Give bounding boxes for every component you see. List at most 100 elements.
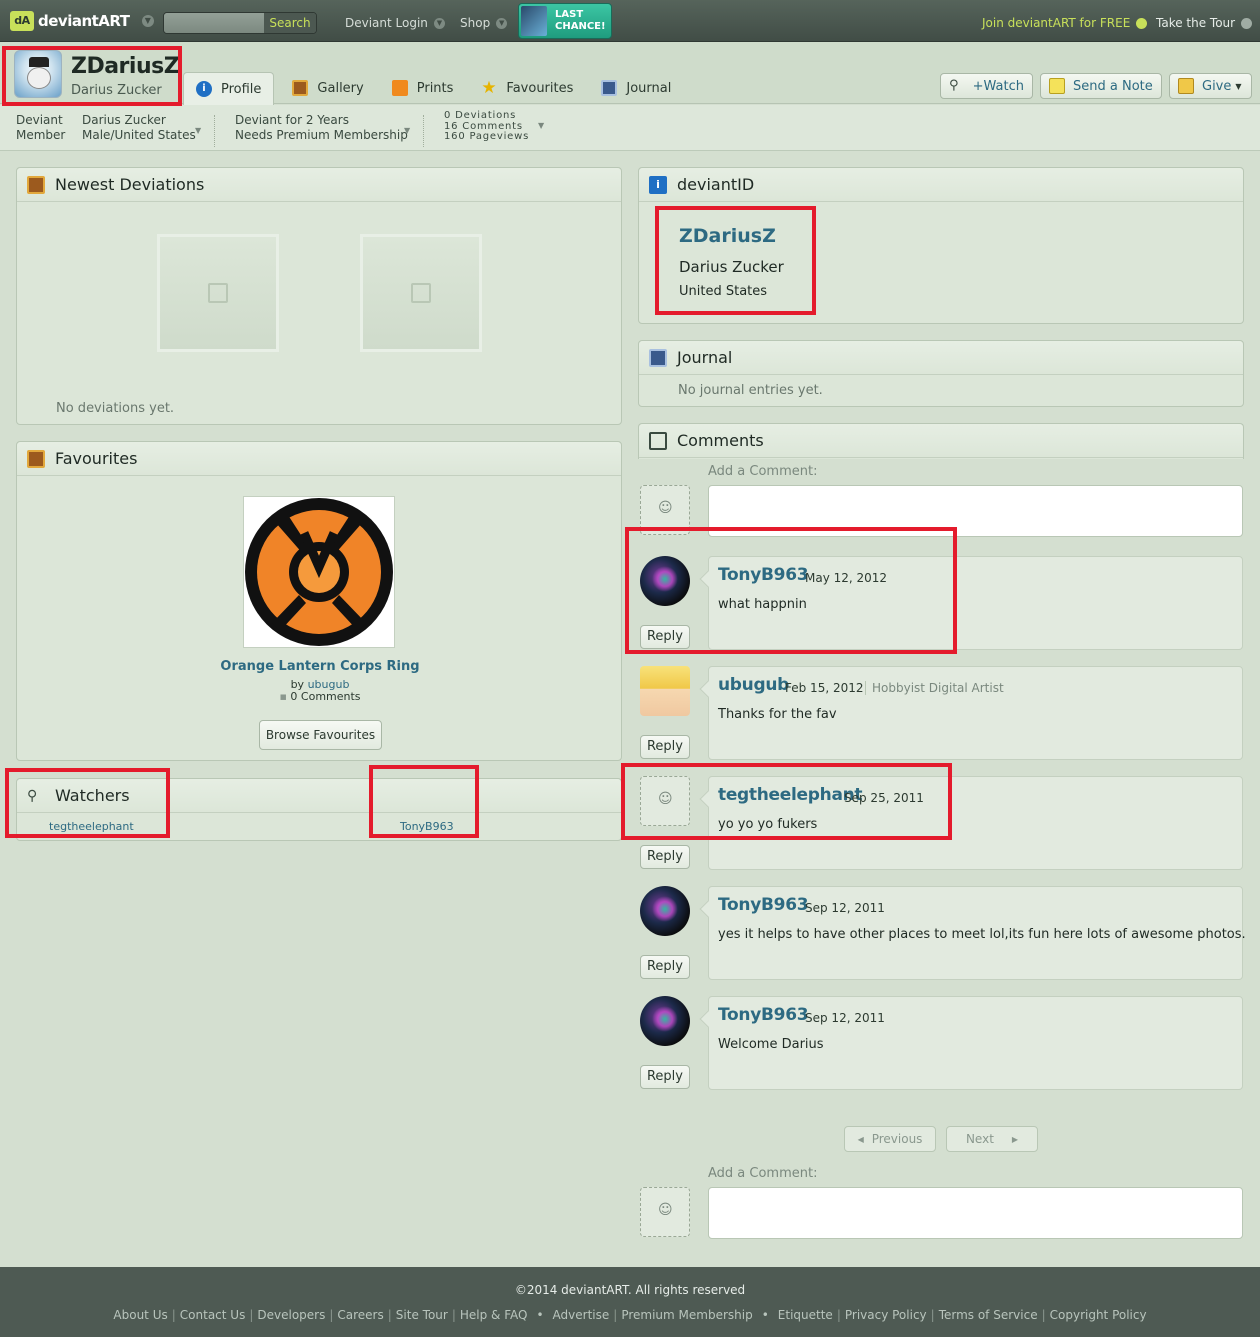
bullet-separator: •: [761, 1308, 769, 1322]
shop-link[interactable]: Shop ▼: [460, 16, 508, 30]
stat-deviations: 0 Deviations: [444, 110, 517, 121]
pipe-separator: |: [329, 1308, 334, 1322]
star-icon: ★: [481, 78, 497, 98]
commenter-avatar[interactable]: [640, 996, 690, 1046]
watch-label: +Watch: [972, 78, 1024, 94]
comment-input[interactable]: [708, 485, 1243, 537]
deviant-login-link[interactable]: Deviant Login ▼: [345, 16, 445, 30]
deviantid-realname: Darius Zucker: [679, 258, 784, 276]
deviantid-username[interactable]: ZDariusZ: [679, 225, 776, 247]
send-note-button[interactable]: Send a Note: [1040, 73, 1162, 99]
caret-down-icon: ▼: [1235, 81, 1242, 91]
previous-label: Previous: [871, 1132, 923, 1146]
comment: TonyB963 Sep 12, 2011 yes it helps to ha…: [699, 886, 1246, 980]
comment-tail: [699, 900, 717, 918]
footer-link[interactable]: Help & FAQ: [460, 1308, 528, 1322]
avatar-face: [27, 67, 51, 89]
tab-gallery-label: Gallery: [317, 80, 364, 96]
join-label: Join deviantART for FREE: [982, 16, 1131, 30]
caret-down-icon: ▼: [538, 121, 545, 130]
profile-username[interactable]: ZDariusZ: [71, 54, 180, 79]
profile-stats[interactable]: 0 Deviations 16 Comments 160 Pageviews ▼: [444, 110, 554, 143]
footer-link[interactable]: Copyright Policy: [1050, 1308, 1147, 1322]
comment-text: what happnin: [718, 597, 807, 612]
promo-banner[interactable]: LAST CHANCE!: [518, 3, 612, 39]
watch-icon: ⚲: [949, 78, 959, 93]
deviantart-logo[interactable]: dA deviantART ▼: [10, 10, 154, 32]
prints-icon: [391, 80, 408, 96]
join-link[interactable]: Join deviantART for FREE: [982, 16, 1148, 30]
previous-button[interactable]: ◀ Previous: [844, 1126, 936, 1152]
default-avatar[interactable]: [640, 776, 690, 826]
tab-gallery[interactable]: Gallery: [280, 72, 375, 104]
profile-info-bar: Deviant Member Darius Zucker Male/United…: [0, 105, 1260, 151]
comment-date: Feb 15, 2012: [785, 681, 864, 695]
comment-author[interactable]: TonyB963: [718, 1005, 809, 1025]
footer-link[interactable]: Careers: [337, 1308, 383, 1322]
pipe-separator: |: [387, 1308, 392, 1322]
note-icon: [1049, 78, 1065, 94]
deviantid-panel: i deviantID ZDariusZ Darius Zucker Unite…: [638, 167, 1244, 324]
reply-button[interactable]: Reply: [640, 1065, 690, 1089]
avatar[interactable]: [14, 50, 62, 98]
footer-link[interactable]: Developers: [257, 1308, 325, 1322]
comments-panel: Comments: [638, 423, 1244, 459]
footer-link[interactable]: Etiquette: [778, 1308, 833, 1322]
footer-link[interactable]: Privacy Policy: [845, 1308, 927, 1322]
reply-button[interactable]: Reply: [640, 955, 690, 979]
info-icon: i: [196, 81, 212, 97]
deviant-login-label: Deviant Login: [345, 16, 428, 30]
footer-link[interactable]: Premium Membership: [621, 1308, 752, 1322]
commenter-avatar[interactable]: [640, 886, 690, 936]
favourites-panel: Favourites Orange Lantern Corps Ring by …: [16, 441, 622, 761]
journal-icon: [601, 80, 618, 96]
watcher-link[interactable]: tegtheelephant: [49, 820, 134, 833]
comment-tail: [699, 790, 717, 808]
reply-button[interactable]: Reply: [640, 625, 690, 649]
tab-favourites[interactable]: ★ Favourites: [469, 72, 585, 104]
comment-input[interactable]: [708, 1187, 1243, 1239]
divider: [423, 115, 424, 147]
footer: ©2014 deviantART. All rights reserved Ab…: [0, 1267, 1260, 1337]
chevron-left-icon: ◀: [857, 1134, 864, 1144]
reply-button[interactable]: Reply: [640, 845, 690, 869]
footer-link[interactable]: About Us: [113, 1308, 167, 1322]
search-input[interactable]: [164, 13, 266, 33]
reply-button[interactable]: Reply: [640, 735, 690, 759]
footer-link[interactable]: Site Tour: [396, 1308, 448, 1322]
membership-details[interactable]: Deviant for 2 Years Needs Premium Member…: [235, 113, 420, 143]
comment-author[interactable]: TonyB963: [718, 895, 809, 915]
browse-favourites-button[interactable]: Browse Favourites: [259, 720, 382, 750]
comment-author[interactable]: ubugub: [718, 675, 789, 695]
comments-list: Add a Comment: Reply TonyB963 May 12, 20…: [638, 460, 1246, 1260]
member-location: Male/United States: [82, 128, 196, 142]
favourite-comments-count: 0 Comments: [290, 690, 361, 703]
comment-icon: ▪: [279, 690, 287, 703]
favourites-header: Favourites: [17, 442, 621, 476]
member-details[interactable]: Darius Zucker Male/United States ▼: [82, 113, 212, 143]
favourite-title[interactable]: Orange Lantern Corps Ring: [17, 659, 623, 674]
tab-prints[interactable]: Prints: [380, 72, 466, 104]
watch-button[interactable]: ⚲ +Watch: [940, 73, 1033, 99]
commenter-avatar[interactable]: [640, 556, 690, 606]
chevron-down-icon[interactable]: ▼: [141, 15, 154, 27]
footer-link[interactable]: Advertise: [553, 1308, 610, 1322]
comment-author[interactable]: TonyB963: [718, 565, 809, 585]
pipe-separator: |: [451, 1308, 456, 1322]
tab-journal[interactable]: Journal: [589, 72, 683, 104]
comment-date: Sep 12, 2011: [805, 1011, 885, 1025]
deviantid-title: deviantID: [677, 175, 755, 194]
favourite-thumbnail[interactable]: [243, 496, 395, 648]
tab-profile[interactable]: i Profile: [183, 72, 275, 105]
avatar-hat: [29, 57, 49, 67]
commenter-avatar[interactable]: [640, 666, 690, 716]
next-button[interactable]: Next ▶: [946, 1126, 1038, 1152]
watcher-link[interactable]: TonyB963: [400, 820, 454, 833]
give-button[interactable]: Give ▼: [1169, 73, 1252, 99]
tour-link[interactable]: Take the Tour: [1156, 16, 1253, 30]
comment-author[interactable]: tegtheelephant: [718, 785, 863, 805]
watchers-panel: ⚲ Watchers tegtheelephant TonyB963: [16, 778, 622, 841]
footer-link[interactable]: Contact Us: [180, 1308, 246, 1322]
footer-link[interactable]: Terms of Service: [939, 1308, 1038, 1322]
search-button[interactable]: Search: [264, 13, 316, 33]
